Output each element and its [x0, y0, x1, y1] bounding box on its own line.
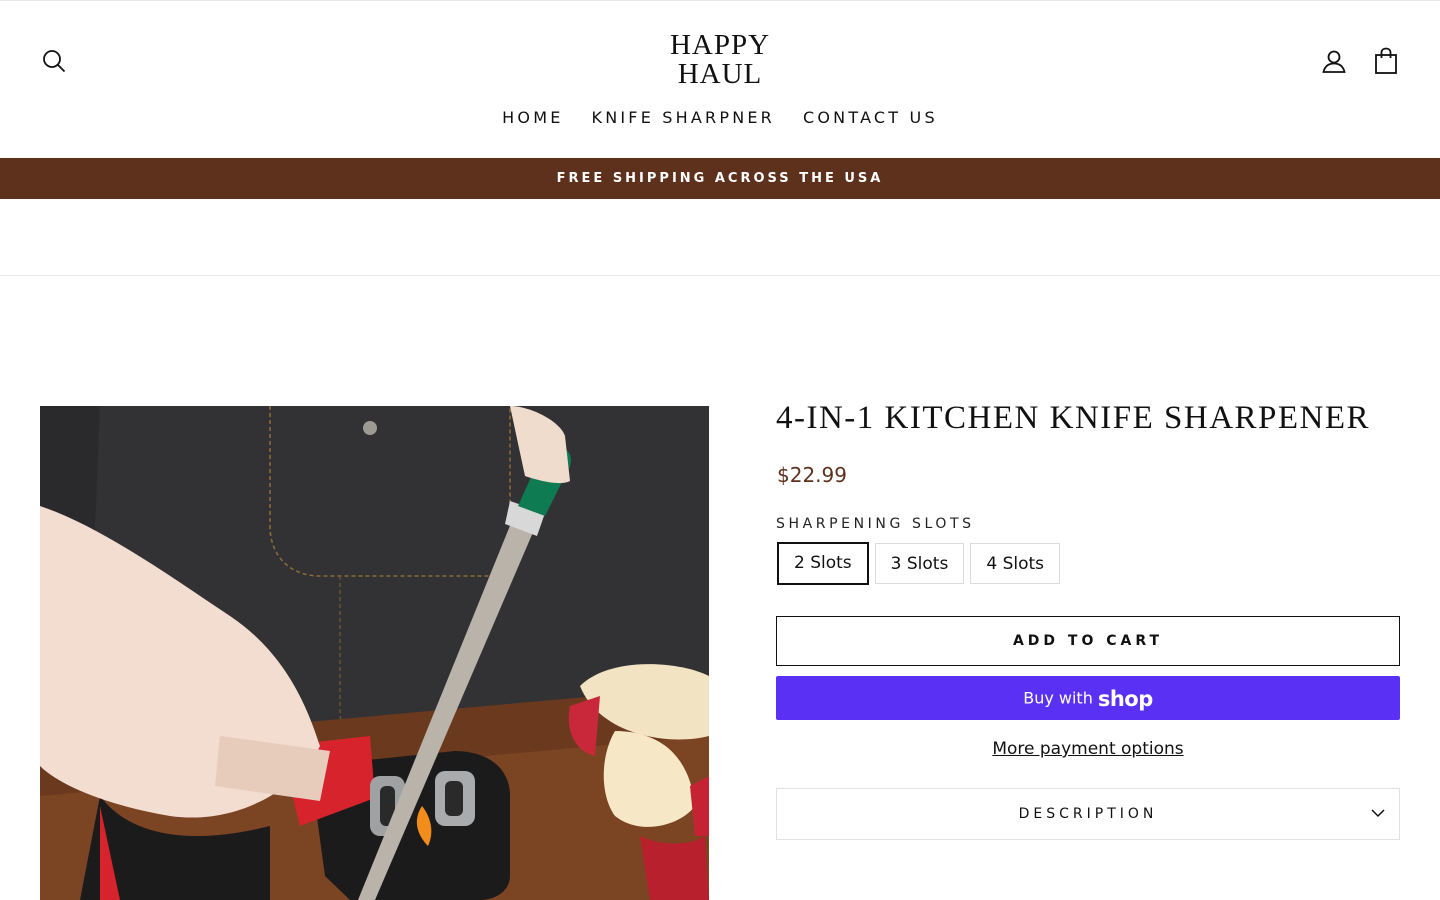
nav-knife-sharpner[interactable]: KNIFE SHARPNER: [592, 108, 775, 127]
add-to-cart-button[interactable]: ADD TO CART: [776, 616, 1400, 666]
top-border: [0, 0, 1440, 1]
announcement-bar: FREE SHIPPING ACROSS THE USA: [0, 158, 1440, 199]
description-accordion[interactable]: DESCRIPTION: [776, 788, 1400, 840]
option-4-slots[interactable]: 4 Slots: [970, 543, 1061, 584]
account-button[interactable]: [1321, 48, 1347, 74]
cart-button[interactable]: [1373, 47, 1399, 75]
search-icon: [43, 50, 66, 73]
section-divider: [0, 275, 1440, 276]
user-icon: [1322, 50, 1346, 73]
description-label: DESCRIPTION: [1018, 806, 1158, 822]
bag-icon: [1375, 47, 1397, 74]
nav-contact-us[interactable]: CONTACT US: [803, 108, 938, 127]
logo-line-1: HAPPY: [669, 29, 771, 61]
product-title: 4-IN-1 KITCHEN KNIFE SHARPENER: [776, 400, 1371, 436]
sharpening-slots-label: SHARPENING SLOTS: [776, 516, 975, 532]
slot-options: 2 Slots 3 Slots 4 Slots: [777, 542, 1061, 585]
logo-line-2: HAUL: [677, 58, 763, 90]
product-price: $22.99: [777, 463, 847, 487]
buy-with-shop-button[interactable]: Buy with shop: [776, 676, 1400, 720]
main-nav: HOME KNIFE SHARPNER CONTACT US: [0, 108, 1440, 127]
chevron-down-icon: [1371, 809, 1385, 818]
shop-logo: shop: [1097, 686, 1153, 711]
buy-with-label: Buy with: [1023, 688, 1093, 708]
more-payment-options-link[interactable]: More payment options: [776, 739, 1400, 759]
product-image[interactable]: [40, 406, 709, 900]
product-photo: [40, 406, 709, 900]
search-button[interactable]: [42, 49, 66, 73]
option-2-slots[interactable]: 2 Slots: [777, 542, 869, 585]
nav-home[interactable]: HOME: [502, 108, 563, 127]
option-3-slots[interactable]: 3 Slots: [874, 543, 965, 584]
store-logo[interactable]: HAPPY HAUL: [620, 31, 820, 89]
